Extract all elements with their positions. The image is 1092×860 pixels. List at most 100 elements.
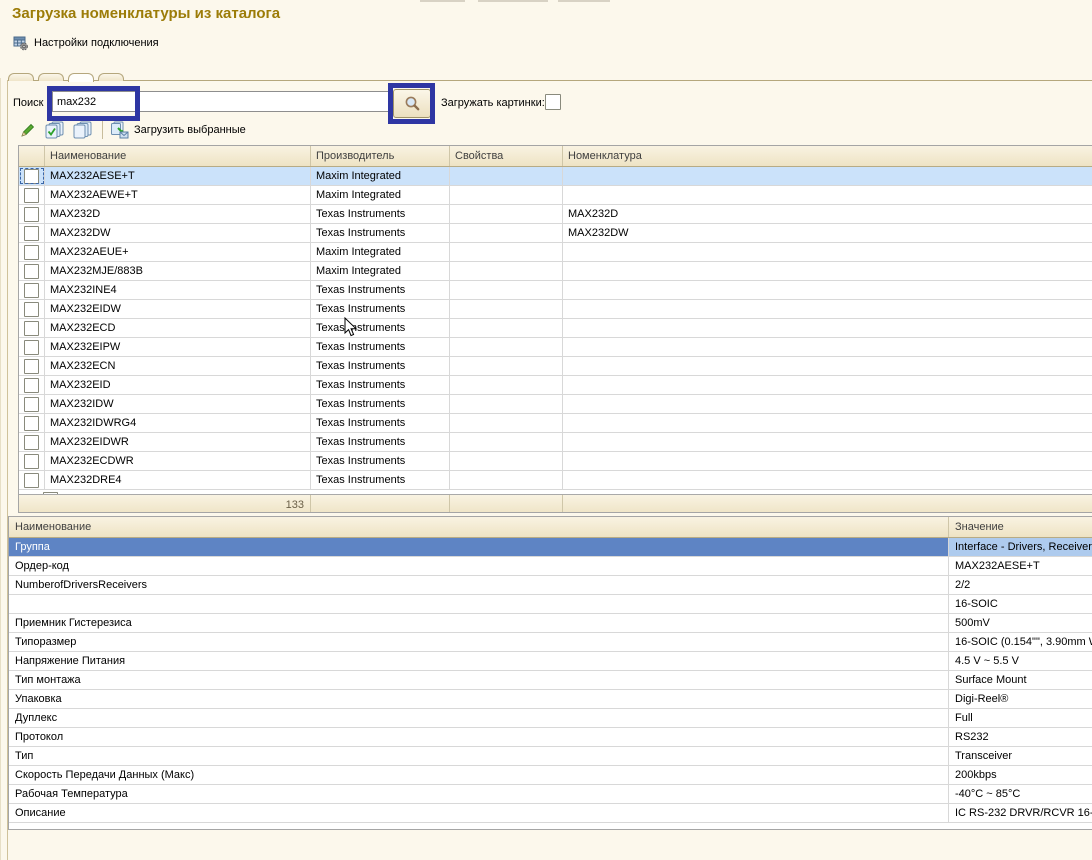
results-toolbar: Загрузить выбранные <box>16 119 246 141</box>
cell-part-name: MAX232AEUE+ <box>45 243 311 261</box>
property-row[interactable]: Тип Transceiver <box>9 747 1092 766</box>
table-row[interactable]: MAX232ECD Texas Instruments <box>19 319 1092 338</box>
row-checkbox[interactable] <box>24 454 39 469</box>
cell-manufacturer: Texas Instruments <box>311 319 450 337</box>
cell-part-name: MAX232EIDWR <box>45 433 311 451</box>
header-checkbox-column <box>19 146 45 166</box>
table-row[interactable]: MAX232IDWRG4 Texas Instruments <box>19 414 1092 433</box>
table-row[interactable]: MAX232DRE4 Texas Instruments <box>19 471 1092 490</box>
row-checkbox[interactable] <box>24 226 39 241</box>
header-properties[interactable]: Свойства <box>450 146 563 166</box>
row-checkbox[interactable] <box>24 264 39 279</box>
table-row[interactable]: MAX232IDW Texas Instruments <box>19 395 1092 414</box>
cell-part-name: MAX232EIPW <box>45 338 311 356</box>
table-row[interactable]: MAX232ECDWR Texas Instruments <box>19 452 1092 471</box>
property-row[interactable]: Протокол RS232 <box>9 728 1092 747</box>
tab[interactable] <box>68 73 94 82</box>
screen-artifact <box>478 0 548 2</box>
property-row[interactable]: Упаковка Digi-Reel® <box>9 690 1092 709</box>
row-checkbox[interactable] <box>24 378 39 393</box>
cell-property-value: 2/2 <box>949 576 1092 594</box>
table-row[interactable]: MAX232DW Texas Instruments MAX232DW <box>19 224 1092 243</box>
property-row[interactable]: Скорость Передачи Данных (Макс) 200kbps <box>9 766 1092 785</box>
load-selected-button[interactable]: Загрузить выбранные <box>110 121 246 139</box>
toolbar-separator <box>102 121 103 139</box>
row-checkbox-cell <box>19 300 45 318</box>
cell-properties <box>450 205 563 223</box>
row-checkbox[interactable] <box>24 188 39 203</box>
row-checkbox-cell <box>19 338 45 356</box>
table-row[interactable]: MAX232AEWE+T Maxim Integrated <box>19 186 1092 205</box>
cell-nomenclature <box>563 262 1092 280</box>
property-row[interactable]: Описание IC RS-232 DRVR/RCVR 16-S <box>9 804 1092 823</box>
row-checkbox[interactable] <box>24 169 39 184</box>
row-checkbox[interactable] <box>24 302 39 317</box>
cell-properties <box>450 281 563 299</box>
row-checkbox[interactable] <box>24 207 39 222</box>
header-name[interactable]: Наименование <box>45 146 311 166</box>
property-row[interactable]: Напряжение Питания 4.5 V ~ 5.5 V <box>9 652 1092 671</box>
cell-property-value: MAX232AESE+T <box>949 557 1092 575</box>
connection-settings-link[interactable]: Настройки подключения <box>13 35 159 51</box>
cell-property-name <box>9 595 949 613</box>
cell-nomenclature <box>563 243 1092 261</box>
property-row[interactable]: Тип монтажа Surface Mount <box>9 671 1092 690</box>
table-row[interactable]: MAX232INE4 Texas Instruments <box>19 281 1092 300</box>
cell-manufacturer: Texas Instruments <box>311 300 450 318</box>
table-row[interactable]: MAX232EID Texas Instruments <box>19 376 1092 395</box>
select-all-icon[interactable] <box>44 120 66 140</box>
row-checkbox-cell <box>19 243 45 261</box>
property-row[interactable]: Дуплекс Full <box>9 709 1092 728</box>
row-checkbox-cell <box>19 414 45 432</box>
property-row[interactable]: 16-SOIC <box>9 595 1092 614</box>
row-checkbox[interactable] <box>24 416 39 431</box>
header-property-name[interactable]: Наименование <box>9 517 949 537</box>
cell-manufacturer: Texas Instruments <box>311 224 450 242</box>
table-row[interactable]: MAX232AESE+T Maxim Integrated <box>19 167 1092 186</box>
cell-manufacturer: Maxim Integrated <box>311 167 450 185</box>
window-edge <box>0 78 1 860</box>
row-checkbox[interactable] <box>24 397 39 412</box>
table-row[interactable]: MAX232EIDWR Texas Instruments <box>19 433 1092 452</box>
table-row[interactable]: MAX232EIDW Texas Instruments <box>19 300 1092 319</box>
header-property-value[interactable]: Значение <box>949 517 1092 537</box>
partial-row <box>19 490 1092 494</box>
cell-property-value: Digi-Reel® <box>949 690 1092 708</box>
cell-property-value: 200kbps <box>949 766 1092 784</box>
row-checkbox-cell <box>19 205 45 223</box>
cell-part-name: MAX232EIDW <box>45 300 311 318</box>
copy-sheets-icon[interactable] <box>72 120 94 140</box>
tab[interactable] <box>38 73 64 81</box>
cell-part-name: MAX232ECD <box>45 319 311 337</box>
row-checkbox[interactable] <box>24 359 39 374</box>
table-row[interactable]: MAX232AEUE+ Maxim Integrated <box>19 243 1092 262</box>
header-manufacturer[interactable]: Производитель <box>311 146 450 166</box>
cell-property-value: 500mV <box>949 614 1092 632</box>
cell-manufacturer: Maxim Integrated <box>311 243 450 261</box>
property-row[interactable]: Ордер-код MAX232AESE+T <box>9 557 1092 576</box>
edit-pencil-icon[interactable] <box>16 120 38 140</box>
property-row[interactable]: Группа Interface - Drivers, Receivers <box>9 538 1092 557</box>
property-row[interactable]: Типоразмер 16-SOIC (0.154"", 3.90mm W <box>9 633 1092 652</box>
row-checkbox[interactable] <box>24 321 39 336</box>
property-row[interactable]: Приемник Гистерезиса 500mV <box>9 614 1092 633</box>
row-checkbox[interactable] <box>24 340 39 355</box>
table-row[interactable]: MAX232MJE/883B Maxim Integrated <box>19 262 1092 281</box>
row-checkbox-cell <box>19 357 45 375</box>
header-nomenclature[interactable]: Номенклатура <box>563 146 1092 166</box>
table-row[interactable]: MAX232ECN Texas Instruments <box>19 357 1092 376</box>
property-row[interactable]: NumberofDriversReceivers 2/2 <box>9 576 1092 595</box>
row-checkbox[interactable] <box>24 245 39 260</box>
row-checkbox[interactable] <box>24 473 39 488</box>
row-checkbox-cell <box>19 433 45 451</box>
tab[interactable] <box>98 73 124 81</box>
property-row[interactable]: Рабочая Температура -40°C ~ 85°C <box>9 785 1092 804</box>
table-row[interactable]: MAX232D Texas Instruments MAX232D <box>19 205 1092 224</box>
cell-properties <box>450 357 563 375</box>
load-images-checkbox[interactable] <box>545 94 561 110</box>
table-row[interactable]: MAX232EIPW Texas Instruments <box>19 338 1092 357</box>
tab[interactable] <box>8 73 34 81</box>
row-checkbox[interactable] <box>24 435 39 450</box>
row-checkbox[interactable] <box>24 283 39 298</box>
cell-property-name: Напряжение Питания <box>9 652 949 670</box>
